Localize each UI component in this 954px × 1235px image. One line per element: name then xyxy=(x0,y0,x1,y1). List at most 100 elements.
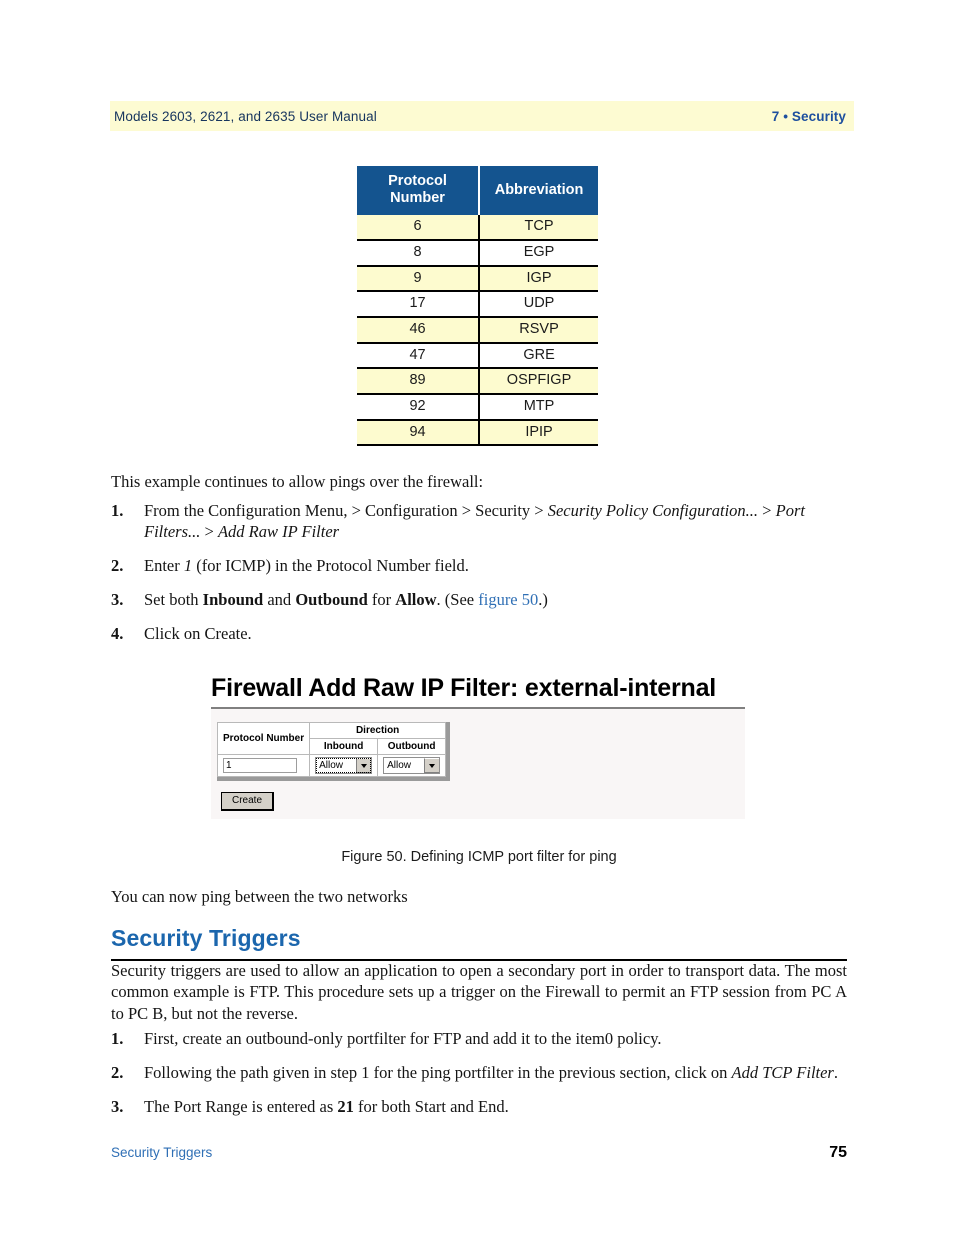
figure-screenshot-title: Firewall Add Raw IP Filter: external-int… xyxy=(211,674,717,702)
figure-50: Firewall Add Raw IP Filter: external-int… xyxy=(211,672,745,819)
chevron-down-icon xyxy=(356,758,372,773)
cell-abbreviation: MTP xyxy=(479,392,598,421)
outbound-select-value: Allow xyxy=(387,760,412,771)
list-item-text: The Port Range is entered as xyxy=(144,1096,338,1116)
cell-protocol-number: 47 xyxy=(357,341,481,370)
inbound-select[interactable]: Allow xyxy=(315,757,373,774)
running-header: Models 2603, 2621, and 2635 User Manual … xyxy=(110,101,854,131)
list-item-text: Add TCP Filter xyxy=(731,1062,834,1082)
list-item: 2. Following the path given in step 1 for… xyxy=(111,1063,847,1084)
cell-abbreviation: UDP xyxy=(479,290,598,318)
cell-abbreviation: TCP xyxy=(479,215,598,241)
list-item-text: 1 xyxy=(183,555,193,575)
list-item-text: Click on Create. xyxy=(144,623,252,643)
form-cell-inbound: Allow xyxy=(309,754,379,777)
list-item-text: Outbound xyxy=(295,589,368,609)
form-cell-outbound: Allow xyxy=(377,754,447,777)
raw-ip-filter-form: Protocol Number Direction Inbound Outbou… xyxy=(216,722,451,781)
list-item: 2. Enter 1 (for ICMP) in the Protocol Num… xyxy=(111,556,847,577)
form-group-header-direction: Direction xyxy=(309,722,447,739)
cell-protocol-number: 17 xyxy=(357,290,481,318)
form-cell-protocol-number xyxy=(216,754,311,777)
page-footer: Security Triggers 75 xyxy=(111,1144,847,1162)
list-item: 3. Set both Inbound and Outbound for Allo… xyxy=(111,590,847,611)
cell-abbreviation: IPIP xyxy=(479,418,598,447)
footer-section-label: Security Triggers xyxy=(111,1145,213,1160)
table-row: 9 IGP xyxy=(357,264,598,293)
list-item-text: Inbound xyxy=(202,589,264,609)
list-item-text: . xyxy=(833,1062,838,1082)
column-header-abbreviation: Abbreviation xyxy=(479,166,598,216)
cell-abbreviation: OSPFIGP xyxy=(479,367,598,395)
steps-list-ping: 1. From the Configuration Menu, > Configu… xyxy=(111,501,847,658)
list-item-number: 2. xyxy=(111,1062,124,1082)
figure-caption: Figure 50. Defining ICMP port filter for… xyxy=(341,849,617,865)
form-column-header-inbound: Inbound xyxy=(309,738,379,755)
cell-protocol-number: 92 xyxy=(357,392,481,421)
table-row: 6 TCP xyxy=(357,215,598,241)
list-item-text: Enter xyxy=(144,555,184,575)
running-header-chapter: 7 • Security xyxy=(771,108,846,124)
running-header-title: Models 2603, 2621, and 2635 User Manual xyxy=(114,108,377,124)
list-item-number: 3. xyxy=(111,589,124,609)
section-body-paragraph: Security triggers are used to allow an a… xyxy=(111,961,847,1023)
list-item-text: Set both xyxy=(144,589,203,609)
list-item-text: > xyxy=(200,521,218,541)
list-item: 1. From the Configuration Menu, > Configu… xyxy=(111,501,847,543)
section-heading-security-triggers: Security Triggers xyxy=(111,925,847,961)
form-label-protocol-number: Protocol Number xyxy=(216,722,311,755)
table-row: 47 GRE xyxy=(357,341,598,370)
table-header-row: Protocol Number Abbreviation xyxy=(357,166,598,216)
table-row: 89 OSPFIGP xyxy=(357,367,598,395)
cell-protocol-number: 9 xyxy=(357,264,481,293)
outbound-select[interactable]: Allow xyxy=(383,757,441,774)
cell-protocol-number: 46 xyxy=(357,315,481,344)
create-button[interactable]: Create xyxy=(221,792,275,811)
protocol-number-table: Protocol Number Abbreviation 6 TCP 8 EGP 9 IG… xyxy=(357,166,598,447)
section-heading-text: Security Triggers xyxy=(111,925,301,951)
list-item-text: for xyxy=(367,589,396,609)
chevron-down-icon xyxy=(424,758,440,773)
figure-cross-reference-link[interactable]: figure 50 xyxy=(478,590,538,609)
list-item-number: 4. xyxy=(111,623,124,643)
table-row: 94 IPIP xyxy=(357,418,598,447)
inbound-select-value: Allow xyxy=(319,760,344,771)
list-item-number: 3. xyxy=(111,1096,124,1116)
list-item-text: .) xyxy=(538,589,548,609)
cell-abbreviation: GRE xyxy=(479,341,598,370)
table-row: 46 RSVP xyxy=(357,315,598,344)
list-item: 1. First, create an outbound-only portfil… xyxy=(111,1029,847,1050)
after-figure-paragraph: You can now ping between the two network… xyxy=(111,887,408,906)
cell-abbreviation: EGP xyxy=(479,238,598,267)
list-item-number: 2. xyxy=(111,555,124,575)
list-item: 3. The Port Range is entered as 21 for bo… xyxy=(111,1097,847,1118)
list-item-text: Security Policy Configuration... xyxy=(547,501,759,520)
list-item: 4. Click on Create. xyxy=(111,624,847,645)
list-item-number: 1. xyxy=(111,501,124,520)
figure-screenshot-canvas: Protocol Number Direction Inbound Outbou… xyxy=(211,709,745,819)
list-item-text: > xyxy=(758,501,776,520)
cell-abbreviation: IGP xyxy=(479,264,598,293)
list-item-text: From the Configuration Menu, > Configura… xyxy=(144,501,548,520)
table-row: 17 UDP xyxy=(357,290,598,318)
table-row: 8 EGP xyxy=(357,238,598,267)
column-header-protocol-number: Protocol Number xyxy=(357,166,481,216)
table-row: 92 MTP xyxy=(357,392,598,421)
list-item-text: (for ICMP) in the Protocol Number field. xyxy=(192,555,469,575)
list-item-text: Allow xyxy=(395,589,437,609)
list-item-text: 21 xyxy=(337,1096,354,1116)
cell-protocol-number: 89 xyxy=(357,367,481,395)
cell-protocol-number: 6 xyxy=(357,215,481,241)
intro-paragraph: This example continues to allow pings ov… xyxy=(111,472,484,491)
list-item-text: for both Start and End. xyxy=(353,1096,509,1116)
list-item-text: and xyxy=(263,589,296,609)
steps-list-security-triggers: 1. First, create an outbound-only portfil… xyxy=(111,1029,847,1131)
list-item-text: Following the path given in step 1 for t… xyxy=(144,1062,732,1082)
list-item-text: . (See xyxy=(436,589,479,609)
protocol-number-input[interactable] xyxy=(223,758,297,773)
cell-protocol-number: 94 xyxy=(357,418,481,447)
cell-abbreviation: RSVP xyxy=(479,315,598,344)
list-item-text: Add Raw IP Filter xyxy=(217,521,340,541)
list-item-number: 1. xyxy=(111,1029,124,1048)
footer-page-number: 75 xyxy=(829,1144,847,1161)
